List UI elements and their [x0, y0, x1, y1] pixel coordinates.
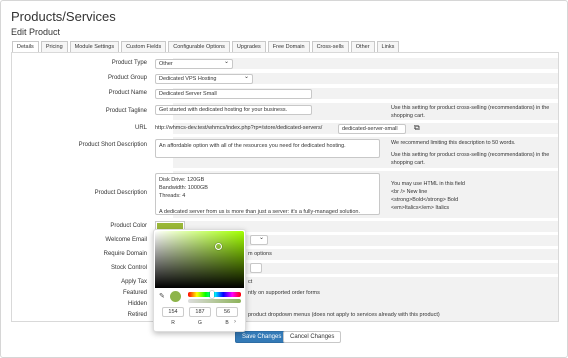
alpha-slider[interactable] [188, 299, 241, 303]
save-changes-button[interactable]: Save Changes [235, 331, 289, 343]
window-frame: Products/Services Edit Product Details P… [0, 0, 568, 358]
featured-text: ntly on supported order forms [248, 290, 320, 296]
tab-custom-fields[interactable]: Custom Fields [121, 41, 167, 52]
tab-pricing[interactable]: Pricing [40, 41, 68, 52]
form-actions: Save Changes Cancel Changes [1, 331, 567, 343]
welcome-email-label: Welcome Email [105, 237, 147, 243]
tab-other[interactable]: Other [350, 41, 375, 52]
product-group-value: Dedicated VPS Hosting [159, 76, 217, 82]
product-type-value: Other [159, 61, 173, 67]
short-description-note-1: We recommend limiting this description t… [391, 140, 516, 146]
tab-module-settings[interactable]: Module Settings [69, 41, 120, 52]
cancel-changes-button[interactable]: Cancel Changes [283, 331, 342, 343]
welcome-email-select[interactable] [250, 235, 268, 245]
url-slug-input[interactable]: dedicated-server-small [338, 124, 406, 134]
hue-slider-handle[interactable] [210, 291, 214, 298]
color-preview [170, 291, 181, 302]
green-input[interactable]: 187 [189, 307, 211, 317]
url-label: URL [134, 125, 147, 131]
featured-label: Featured [122, 290, 147, 296]
stock-control-input[interactable] [250, 263, 262, 273]
description-note-4: <em>Italics</em> Italics [391, 205, 450, 211]
format-toggle-icon[interactable]: › [234, 319, 236, 325]
page-subtitle: Edit Product [11, 27, 61, 37]
product-name-label: Product Name [108, 90, 147, 96]
hue-slider[interactable] [188, 291, 241, 298]
product-tagline-input[interactable]: Get started with dedicated hosting for y… [155, 105, 312, 115]
retired-text: product dropdown menus (does not apply t… [248, 312, 440, 318]
description-note-3: <strong>Bold</strong> Bold [391, 197, 459, 203]
description-note-2: <br /> New line [391, 189, 428, 195]
eyedropper-icon[interactable]: ✎ [159, 292, 165, 300]
tab-free-domain[interactable]: Free Domain [267, 41, 310, 52]
product-tagline-label: Product Tagline [105, 108, 147, 114]
red-label: R [171, 320, 175, 326]
stock-control-label: Stock Control [110, 265, 147, 271]
apply-tax-text: ct [248, 279, 253, 285]
product-type-select[interactable]: Other [155, 59, 233, 69]
retired-label: Retired [127, 312, 147, 318]
product-name-input[interactable]: Dedicated Server Small [155, 89, 312, 99]
tab-cross-sells[interactable]: Cross-sells [311, 41, 349, 52]
url-prefix: http://whmcs-dev.test/whmcs/index.php?rp… [155, 125, 323, 131]
page-title: Products/Services [11, 9, 116, 24]
red-input[interactable]: 154 [162, 307, 184, 317]
saturation-value-area[interactable] [155, 231, 244, 288]
description-textarea[interactable]: Disk Drive: 120GB Bandwidth: 1000GB Thre… [155, 173, 380, 215]
blue-input[interactable]: 56 [216, 307, 238, 317]
require-domain-text: m options [248, 251, 272, 257]
product-color-label: Product Color [110, 223, 147, 229]
short-description-note-2: Use this setting for product cross-selli… [391, 152, 550, 166]
product-group-label: Product Group [107, 75, 147, 81]
hidden-label: Hidden [127, 301, 147, 307]
details-panel: Product Type Product Group Product Name … [11, 52, 559, 322]
color-picker-popover: ✎ 154 187 56 R G B › [153, 229, 246, 332]
description-label: Product Description [94, 190, 147, 196]
tab-configurable-options[interactable]: Configurable Options [168, 41, 230, 52]
saturation-cursor[interactable] [215, 243, 222, 250]
copy-icon[interactable]: ⧉ [414, 123, 420, 133]
short-description-label: Product Short Description [78, 142, 147, 148]
green-label: G [198, 320, 202, 326]
tagline-note: Use this setting for product cross-selli… [391, 105, 550, 119]
tab-bar: Details Pricing Module Settings Custom F… [12, 41, 401, 53]
product-type-label: Product Type [111, 60, 147, 66]
tab-upgrades[interactable]: Upgrades [231, 41, 266, 52]
require-domain-label: Require Domain [103, 251, 147, 257]
short-description-textarea[interactable]: An affordable option with all of the res… [155, 139, 380, 158]
tab-links[interactable]: Links [376, 41, 400, 52]
description-note-1: You may use HTML in this field [391, 181, 465, 187]
product-group-select[interactable]: Dedicated VPS Hosting [155, 74, 253, 84]
apply-tax-label: Apply Tax [121, 279, 147, 285]
